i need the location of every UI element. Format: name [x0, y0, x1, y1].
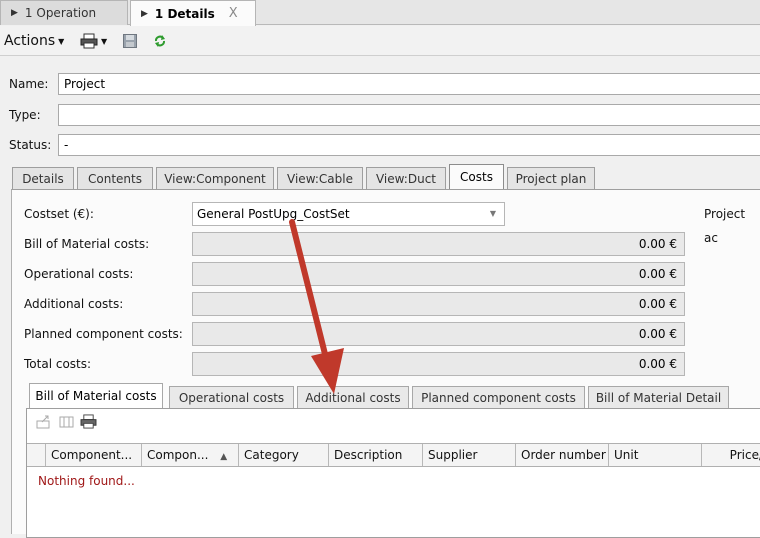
arrow-shaft: [289, 219, 330, 365]
arrow-head: [311, 348, 344, 394]
annotation-arrow: [289, 219, 344, 394]
